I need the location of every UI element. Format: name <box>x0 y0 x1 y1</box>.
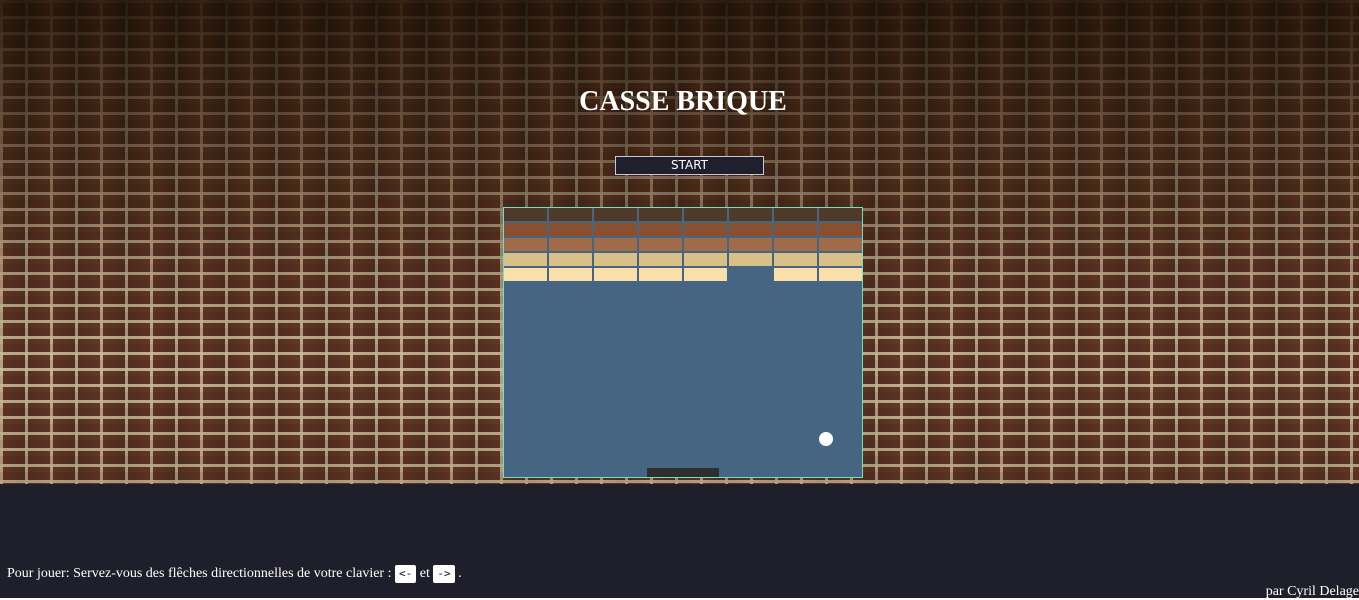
brick <box>774 268 817 281</box>
brick <box>819 238 862 251</box>
brick <box>774 223 817 236</box>
game-canvas[interactable] <box>503 207 863 478</box>
brick <box>684 208 727 221</box>
brick <box>729 208 772 221</box>
brick <box>639 268 682 281</box>
brick <box>639 253 682 266</box>
brick <box>684 238 727 251</box>
brick <box>549 268 592 281</box>
brick <box>504 238 547 251</box>
instructions: Pour jouer: Servez-vous des flêches dire… <box>7 565 462 583</box>
key-right: -> <box>433 565 455 583</box>
brick <box>774 253 817 266</box>
brick <box>684 253 727 266</box>
key-left: <- <box>394 565 417 583</box>
page-title: CASSE BRIQUE <box>579 86 787 117</box>
brick <box>594 253 637 266</box>
brick <box>504 253 547 266</box>
paddle <box>647 468 719 477</box>
brick <box>819 223 862 236</box>
brick <box>594 238 637 251</box>
ball <box>819 432 833 446</box>
brick <box>684 223 727 236</box>
brick <box>504 223 547 236</box>
brick <box>504 208 547 221</box>
instructions-conjunction: et <box>419 566 430 582</box>
brick <box>549 223 592 236</box>
brick <box>729 238 772 251</box>
brick <box>549 253 592 266</box>
brick <box>729 253 772 266</box>
brick <box>594 268 637 281</box>
brick <box>594 208 637 221</box>
brick <box>504 268 547 281</box>
start-button[interactable]: START <box>615 156 764 175</box>
brick <box>549 238 592 251</box>
brick <box>774 238 817 251</box>
instructions-suffix: . <box>458 566 462 582</box>
brick <box>594 223 637 236</box>
brick <box>819 253 862 266</box>
instructions-text: Pour jouer: Servez-vous des flêches dire… <box>7 566 392 582</box>
brick <box>684 268 727 281</box>
brick <box>639 208 682 221</box>
brick <box>774 208 817 221</box>
brick <box>819 208 862 221</box>
brick <box>639 238 682 251</box>
brick <box>729 223 772 236</box>
brick <box>549 208 592 221</box>
brick <box>639 223 682 236</box>
brick <box>819 268 862 281</box>
